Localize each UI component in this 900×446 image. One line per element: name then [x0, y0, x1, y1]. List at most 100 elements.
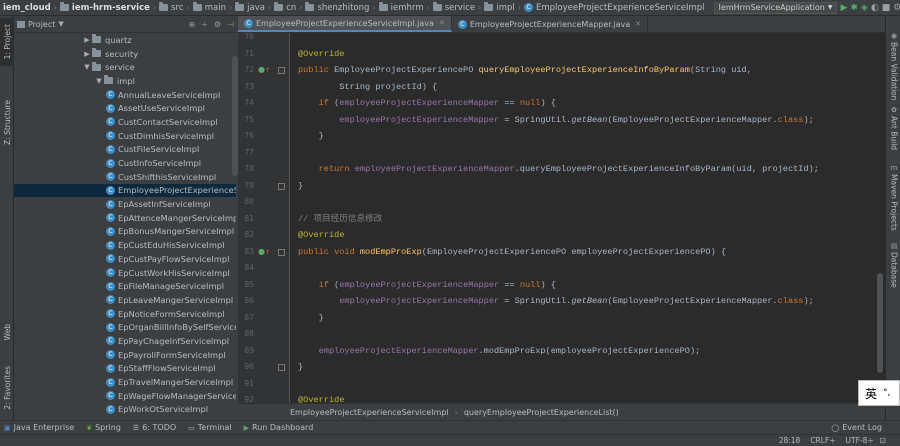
tab-structure[interactable]: Z: Structure — [0, 96, 14, 148]
tree-folder-item[interactable]: ▶ security — [14, 47, 236, 61]
tab-ant-build[interactable]: ✿ Ant Build — [887, 106, 900, 150]
close-icon[interactable]: ✕ — [439, 19, 445, 27]
editor-tab[interactable]: C EmployeeProjectExperienceMapper.java ✕ — [452, 16, 649, 32]
tree-folder-item[interactable]: ▶ quartz — [14, 33, 236, 47]
path-crumb[interactable]: iemhrm — [376, 2, 427, 13]
fold-marker[interactable] — [278, 182, 285, 190]
close-icon[interactable]: ✕ — [635, 20, 641, 28]
tree-folder-item[interactable]: ▼ service — [14, 60, 236, 74]
chevron-right-icon[interactable]: ▶ — [82, 50, 92, 58]
chevron-down-icon[interactable]: ▼ — [58, 20, 63, 28]
fold-marker[interactable] — [278, 248, 285, 256]
path-crumb[interactable]: java — [232, 2, 268, 13]
tree-class-item[interactable]: C CustFileServiceImpl — [14, 143, 236, 157]
tree-class-item[interactable]: C EpStaffFlowServiceImpl — [14, 362, 236, 376]
path-crumb[interactable]: shenzhitong — [302, 2, 372, 13]
tree-class-item[interactable]: C EpWorkOtServiceImpl — [14, 403, 236, 417]
code-line[interactable]: public void modEmpProExp(EmployeeProject… — [298, 244, 726, 261]
tab-database[interactable]: ▤ Database — [887, 242, 900, 288]
tool-spring[interactable]: ❦ Spring — [82, 423, 129, 432]
chevron-down-icon[interactable]: ▼ — [94, 77, 104, 85]
code-line[interactable]: return employeeProjectExperienceMapper.q… — [298, 161, 819, 178]
run-icon[interactable]: ▶ — [840, 1, 847, 15]
tool-terminal[interactable]: ▭ Terminal — [184, 423, 239, 432]
override-gutter-icon[interactable]: ●↑ — [258, 62, 270, 79]
editor-tab[interactable]: C EmployeeProjectExperienceServiceImpl.ja… — [238, 16, 452, 32]
run-configuration-select[interactable]: IemHrmServiceApplication ▼ — [713, 1, 838, 14]
sync-icon[interactable]: ⊕ — [188, 20, 195, 29]
tree-class-item[interactable]: C EpAssetInfServiceImpl — [14, 197, 236, 211]
editor-scrollbar-thumb[interactable] — [877, 273, 883, 373]
stop-icon[interactable]: ■ — [882, 1, 891, 15]
code-line[interactable]: @Override — [298, 46, 344, 63]
project-panel-title[interactable]: Project — [28, 20, 55, 29]
code-line[interactable]: employeeProjectExperienceMapper.modEmpPr… — [298, 343, 701, 360]
tree-class-item[interactable]: CEpOrganBillInfoBySelfServiceImpl — [14, 320, 236, 334]
tree-class-item[interactable]: C CustInfoServiceImpl — [14, 156, 236, 170]
path-crumb[interactable]: src — [156, 2, 186, 13]
tree-class-item[interactable]: C CustDimhisServiceImpl — [14, 129, 236, 143]
tool-java-enterprise[interactable]: ▣ Java Enterprise — [0, 423, 82, 432]
code-line[interactable]: employeeProjectExperienceMapper = Spring… — [298, 293, 814, 310]
tree-class-item[interactable]: C EpFileManageServiceImpl — [14, 279, 236, 293]
tool-todo[interactable]: ☰ 6: TODO — [129, 423, 184, 432]
code-line[interactable]: String projectId) { — [298, 79, 437, 96]
ime-indicator[interactable]: 英 °, — [858, 380, 900, 406]
tool-run-dashboard[interactable]: ▶ Run Dashboard — [240, 423, 322, 432]
path-crumb[interactable]: cn — [271, 2, 299, 13]
code-line[interactable]: // 项目经历信息修改 — [298, 211, 382, 228]
tree-class-item[interactable]: C EpCustWorkHisServiceImpl — [14, 266, 236, 280]
tree-class-item[interactable]: C CustContactServiceImpl — [14, 115, 236, 129]
path-crumb[interactable]: service — [430, 2, 478, 13]
tree-class-item[interactable]: C EpBonusMangerServiceImpl — [14, 225, 236, 239]
gear-icon[interactable]: ⚙ — [214, 20, 221, 29]
tree-class-item[interactable]: C EpAttenceMangerServiceImpl — [14, 211, 236, 225]
chevron-right-icon[interactable]: ▶ — [82, 36, 92, 44]
line-separator[interactable]: CRLF÷ — [810, 436, 835, 445]
tree-class-item[interactable]: C AnnualLeaveServiceImpl — [14, 88, 236, 102]
tree-folder-item[interactable]: ▼ impl — [14, 74, 236, 88]
breadcrumb-method[interactable]: queryEmployeeProjectExperienceList() — [464, 408, 619, 417]
code-line[interactable]: @Override — [298, 392, 344, 403]
path-crumb[interactable]: iem-hrm-service — [57, 2, 153, 13]
tab-favorites[interactable]: 2: Favorites — [0, 360, 14, 416]
path-crumb[interactable]: iem_cloud — [0, 3, 54, 13]
tree-class-item[interactable]: C EpLeaveMangerServiceImpl — [14, 293, 236, 307]
chevron-down-icon[interactable]: ▼ — [82, 63, 92, 71]
tree-class-item[interactable]: C AssetUseServiceImpl — [14, 101, 236, 115]
build-icon[interactable]: ⚙ — [893, 1, 900, 15]
hide-icon[interactable]: ⊣ — [227, 20, 234, 29]
code-line[interactable]: } — [298, 128, 324, 145]
tab-maven-projects[interactable]: m Maven Projects — [887, 164, 900, 231]
code-line[interactable]: } — [298, 310, 324, 327]
path-crumb[interactable]: impl — [481, 2, 517, 13]
path-crumb[interactable]: C EmployeeProjectExperienceServiceImpl — [521, 3, 708, 13]
lock-icon[interactable]: ⊡ — [880, 436, 886, 445]
tree-class-item[interactable]: CEpWageFlowManagerServiceImpl — [14, 389, 236, 403]
code-line[interactable]: } — [298, 359, 303, 376]
tree-class-item[interactable]: C EpCustPayFlowServiceImpl — [14, 252, 236, 266]
debug-icon[interactable]: ✱ — [850, 1, 858, 15]
profile-icon[interactable]: ◐ — [871, 1, 879, 15]
breadcrumb-class[interactable]: EmployeeProjectExperienceServiceImpl — [290, 408, 449, 417]
caret-position[interactable]: 28:18 — [779, 436, 801, 445]
tree-class-item[interactable]: C EpPayChageInfServiceImpl — [14, 334, 236, 348]
tree-class-item[interactable]: CEmployeeProjectExperienceServiceImpl — [14, 183, 236, 198]
path-crumb[interactable]: main — [190, 2, 229, 13]
code-line[interactable]: public EmployeeProjectExperiencePO query… — [298, 62, 752, 79]
tab-web[interactable]: Web — [0, 318, 14, 346]
tool-event-log[interactable]: ◯ Event Log — [827, 423, 900, 432]
fold-marker[interactable] — [278, 364, 285, 371]
tree-class-item[interactable]: C EpNoticeFormServiceImpl — [14, 307, 236, 321]
editor-scrollbar[interactable] — [877, 33, 883, 373]
tree-class-item[interactable]: C EpCustEduHisServiceImpl — [14, 238, 236, 252]
code-line[interactable]: if (employeeProjectExperienceMapper == n… — [298, 95, 556, 112]
code-lines[interactable]: @Override public EmployeeProjectExperienc… — [298, 33, 885, 404]
collapse-icon[interactable]: ÷ — [201, 20, 208, 29]
tree-class-item[interactable]: C CustShifthisServiceImpl — [14, 170, 236, 184]
code-line[interactable]: } — [298, 178, 303, 195]
fold-marker[interactable] — [278, 67, 285, 74]
override-gutter-icon[interactable]: ●↑ — [258, 244, 270, 261]
tree-class-item[interactable]: C EpTravelMangerServiceImpl — [14, 375, 236, 389]
code-line[interactable]: employeeProjectExperienceMapper = Spring… — [298, 112, 814, 129]
